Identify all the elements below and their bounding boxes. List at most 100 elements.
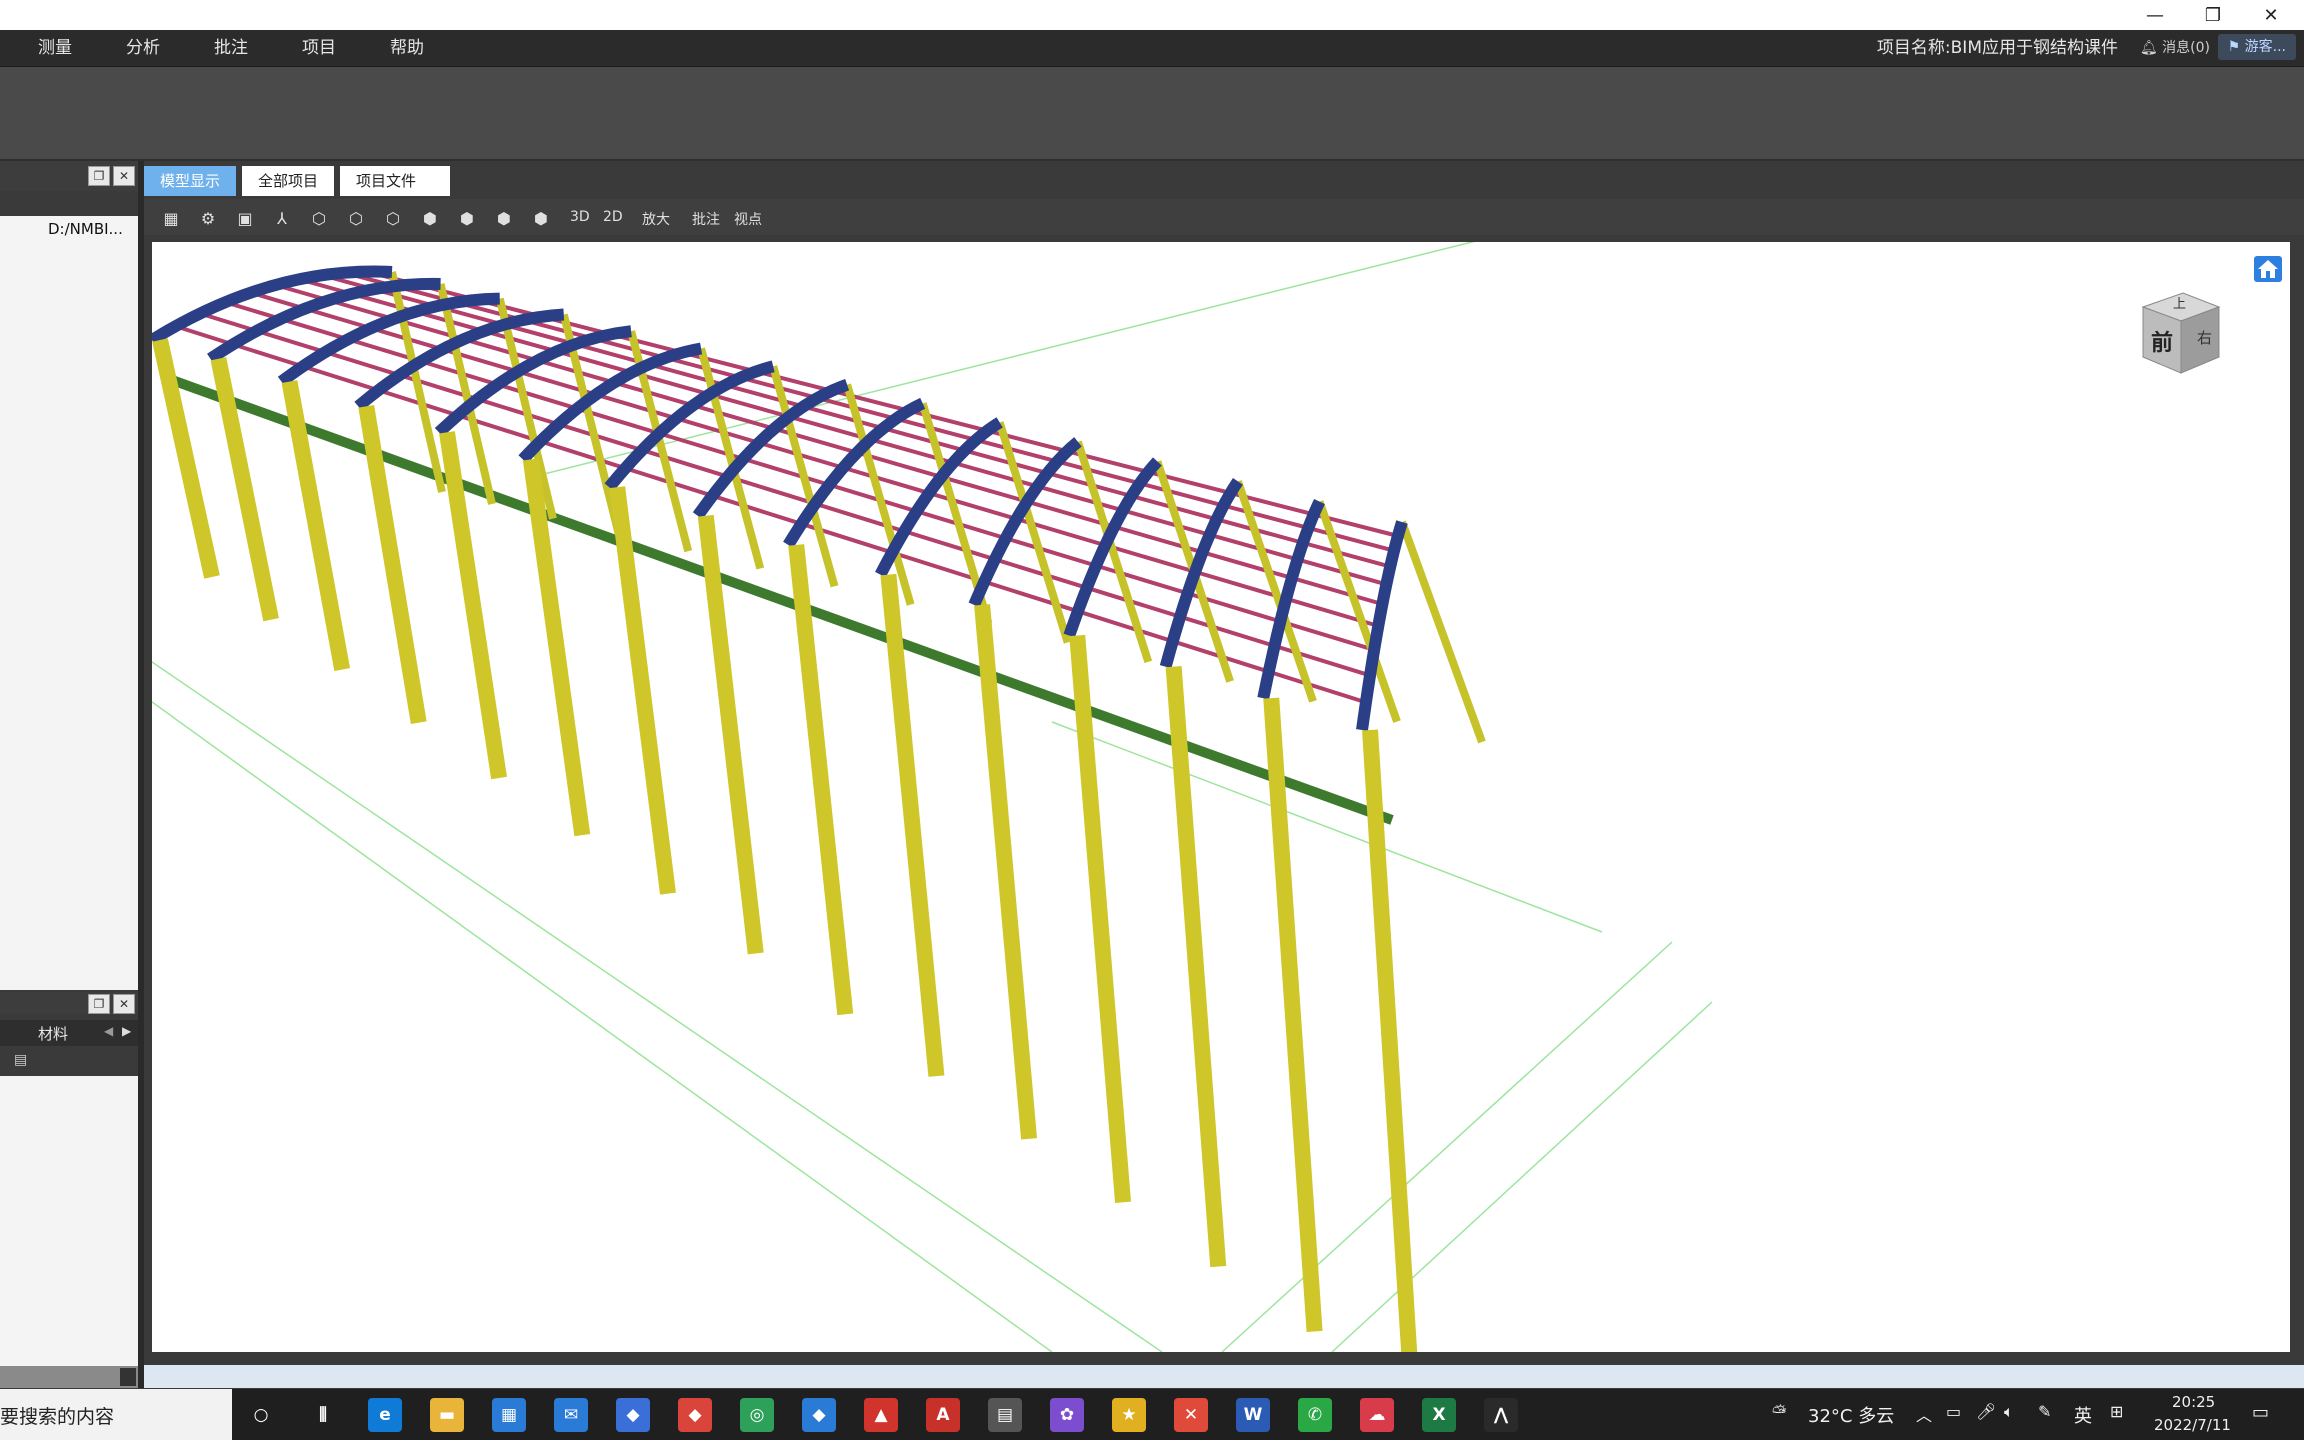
clock-time[interactable]: 20:25 [2172,1393,2215,1411]
menu-project[interactable]: 项目 [302,30,336,66]
taskbar-store-icon[interactable]: ▦ [492,1398,526,1432]
front-column [358,405,427,724]
tab-materials[interactable]: 材料 [38,1023,68,1044]
microphone-icon[interactable]: 🎤︎ [1976,1402,1996,1421]
materials-panel[interactable] [0,1076,138,1366]
taskbar-edge-icon[interactable]: e [368,1398,402,1432]
materials-panel-header: ❐ ✕ [0,992,138,1014]
settings-icon[interactable]: ⚙ [197,208,219,228]
taskbar-wechat-icon[interactable]: ✆ [1298,1398,1332,1432]
box-icon[interactable]: ⬡ [345,208,367,228]
taskbar-excel-icon[interactable]: X [1422,1398,1456,1432]
taskbar-mail-icon[interactable]: ✉ [554,1398,588,1432]
rafter [1356,520,1408,731]
user-button[interactable]: ⚑ 游客... [2217,34,2296,60]
float-materials-icon[interactable]: ❐ [88,994,110,1014]
taskbar-app-color-icon[interactable]: ✿ [1050,1398,1084,1432]
taskbar-app-active-icon[interactable]: ⋀ [1484,1398,1518,1432]
tab-all-projects[interactable]: 全部项目 [242,166,335,196]
panel-splitter[interactable] [138,161,144,1388]
float-panel-icon[interactable]: ❐ [88,166,110,186]
home-icon[interactable] [2254,256,2282,282]
purlin [175,324,235,347]
taskbar-app-cloud-icon[interactable]: ☁ [1360,1398,1394,1432]
solid-box-icon[interactable]: ⬢ [456,208,478,228]
people-icon[interactable]: ⬢ [530,208,552,228]
taskbar-task-view-icon[interactable]: ⫼ [306,1398,340,1432]
3d-viewport[interactable]: 上 前 右 [152,242,2290,1352]
3d-button[interactable]: 3D [570,209,590,225]
scroll-right-icon[interactable] [120,1368,136,1386]
save-icon[interactable]: ▣ [234,208,256,228]
tab-project-files[interactable]: 项目文件 [340,166,450,196]
group-icon[interactable]: ⬢ [419,208,441,228]
messages-button[interactable]: 🔔︎ 消息(0) [2140,30,2210,66]
viewcube-top-label: 上 [2173,297,2187,312]
keyboard-icon[interactable]: ⊞ [2110,1402,2123,1421]
purlin [831,389,910,413]
menu-help[interactable]: 帮助 [390,30,424,66]
viewcube-front-label: 前 [2151,331,2174,356]
volume-icon[interactable]: 🔈︎ [2004,1402,2014,1422]
zoom-button[interactable]: 放大 [642,209,670,229]
taskbar-app-database-icon[interactable]: ▤ [988,1398,1022,1432]
axis-icon[interactable]: ⅄ [271,208,293,228]
clock-date[interactable]: 2022/7/11 [2154,1416,2231,1434]
taskbar-app-star-icon[interactable]: ★ [1112,1398,1146,1432]
taskbar-app-blue-icon[interactable]: ◆ [616,1398,650,1432]
messages-label: 消息(0) [2162,40,2210,56]
taskbar-cortana-icon[interactable]: ○ [244,1398,278,1432]
annotate-button[interactable]: 批注 [692,209,720,229]
close-panel-icon[interactable]: ✕ [113,166,135,186]
purlin [1095,563,1188,596]
menu-annotate[interactable]: 批注 [214,30,248,66]
purlin [1077,609,1174,644]
material-icon[interactable]: ▤ [14,1052,27,1068]
network-icon[interactable]: ▭ [1946,1402,1961,1421]
search-placeholder[interactable]: 要搜索的内容 [0,1402,114,1429]
view-cube[interactable]: 上 前 右 [2137,287,2229,379]
pen-icon[interactable]: ✎ [2038,1402,2051,1421]
menu-measure[interactable]: 测量 [38,30,72,66]
minimize-button[interactable]: — [2126,0,2184,30]
purlin [1004,536,1097,568]
ime-indicator[interactable]: 英 [2074,1402,2092,1428]
taskbar-app-x-icon[interactable]: ✕ [1174,1398,1208,1432]
tab-prev-icon[interactable]: ◀ [104,1024,113,1038]
taskbar-app-sketch-icon[interactable]: ▲ [864,1398,898,1432]
project-name: 项目名称:BIM应用于钢结构课件 [1876,38,2118,58]
purlin [1273,643,1371,678]
taskbar-app-red-icon[interactable]: ◆ [678,1398,712,1432]
taskbar-app-green-icon[interactable]: ◎ [740,1398,774,1432]
purlin [255,328,326,355]
taskbar-app-maps-icon[interactable]: ◆ [802,1398,836,1432]
notification-icon[interactable]: ▭ [2252,1402,2269,1423]
project-tree-panel[interactable] [0,216,138,990]
taskbar-word-icon[interactable]: W [1236,1398,1270,1432]
tab-model-display[interactable]: 模型显示 [144,166,237,196]
left-panel-header: ❐ ✕ [0,161,138,191]
menu-analysis[interactable]: 分析 [126,30,160,66]
weather-label[interactable]: 32°C 多云 [1808,1402,1894,1428]
viewcube-right-label: 右 [2197,329,2213,347]
close-button[interactable]: ✕ [2242,0,2300,30]
purlin [712,493,803,526]
tab-next-icon[interactable]: ▶ [122,1024,131,1038]
viewpoint-button[interactable]: 视点 [734,209,762,229]
taskbar-autocad-icon[interactable]: A [926,1398,960,1432]
steel-frame-model[interactable] [152,242,2290,1352]
purlin [903,529,996,562]
horizontal-scrollbar[interactable] [0,1366,138,1388]
box-check-icon[interactable]: ⬡ [382,208,404,228]
purlin [476,397,560,427]
grid-icon[interactable]: ▦ [160,208,182,228]
close-materials-icon[interactable]: ✕ [113,994,135,1014]
tray-expand-icon[interactable]: ︿ [1916,1402,1932,1426]
2d-button[interactable]: 2D [603,209,623,225]
weather-icon[interactable]: ⛅︎ [1772,1402,1786,1423]
project-path[interactable]: D:/NMBI... [48,220,123,238]
search-box-icon[interactable]: ⬢ [493,208,515,228]
taskbar-file-explorer-icon[interactable]: ▬ [430,1398,464,1432]
restore-button[interactable]: ❐ [2184,0,2242,30]
box-add-icon[interactable]: ⬡ [308,208,330,228]
